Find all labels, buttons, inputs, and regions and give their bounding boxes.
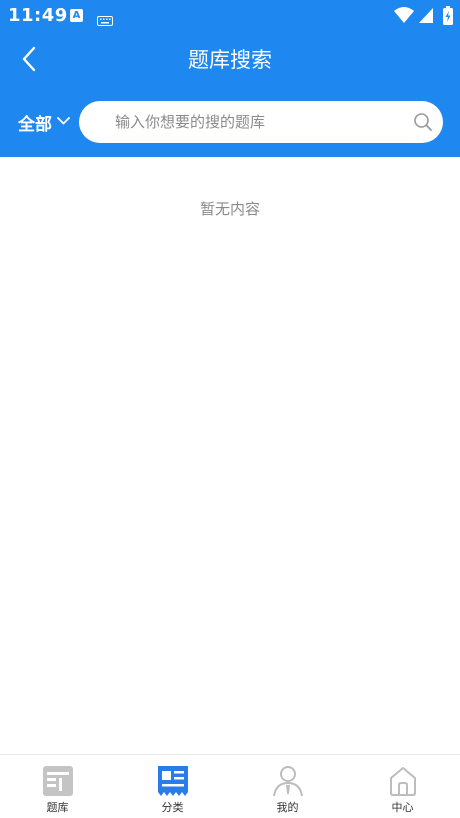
- tab-category[interactable]: 分类: [115, 755, 230, 818]
- nav-bar: 题库搜索: [0, 32, 460, 84]
- status-time: 11:49: [8, 5, 68, 26]
- home-icon: [389, 767, 416, 796]
- search-row: 全部: [0, 100, 460, 144]
- search-icon[interactable]: [413, 112, 433, 136]
- tab-profile[interactable]: 我的: [230, 755, 345, 818]
- signal-icon: [419, 8, 433, 23]
- category-label: 全部: [18, 114, 52, 135]
- tab-center[interactable]: 中心: [345, 755, 460, 818]
- keyboard-icon: [97, 11, 113, 30]
- tab-label: 中心: [391, 801, 414, 814]
- bottom-tab-bar: 题库 分类 我的 中心: [0, 754, 460, 818]
- empty-state-message: 暂无内容: [199, 200, 260, 218]
- app-notification-icon: A: [70, 9, 83, 22]
- question-bank-icon: [42, 766, 73, 796]
- search-input[interactable]: [115, 101, 405, 143]
- tab-label: 我的: [276, 801, 299, 814]
- status-bar: 11:49 A: [0, 0, 460, 32]
- header: 11:49 A 题库搜索 全部 输入你想要的搜的题库: [0, 0, 460, 157]
- page-title: 题库搜索: [188, 48, 272, 72]
- profile-icon: [272, 766, 303, 797]
- tab-question-bank[interactable]: 题库: [0, 755, 115, 818]
- chevron-down-icon: [57, 117, 70, 125]
- tab-label: 分类: [161, 801, 184, 814]
- battery-icon: [443, 6, 453, 25]
- category-icon: [157, 766, 188, 796]
- search-box: [79, 101, 443, 143]
- category-dropdown[interactable]: 全部: [18, 108, 70, 136]
- tab-label: 题库: [46, 801, 69, 814]
- wifi-icon: [394, 7, 414, 23]
